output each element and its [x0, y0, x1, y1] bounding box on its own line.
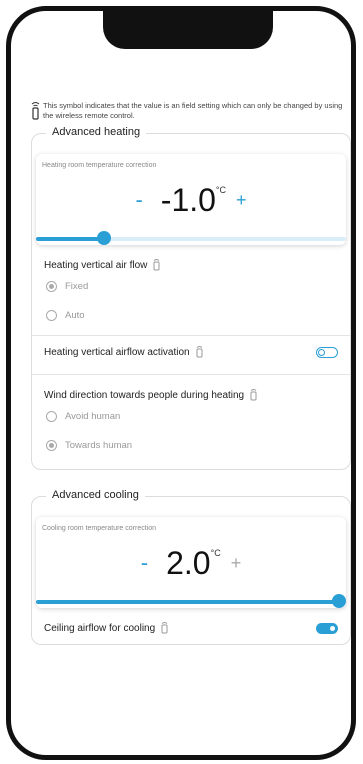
cooling-decrease-button[interactable]: - — [141, 550, 148, 576]
remote-control-icon — [196, 346, 203, 358]
ceiling-airflow-label: Ceiling airflow for cooling — [44, 622, 168, 634]
cooling-slider-thumb[interactable] — [332, 594, 346, 608]
radio-auto[interactable]: Auto — [32, 300, 350, 329]
wind-direction-text: Wind direction towards people during hea… — [44, 389, 245, 401]
heating-slider-fill — [36, 237, 105, 241]
heating-temp-correction-card: Heating room temperature correction - -1… — [36, 154, 346, 245]
remote-control-note: This symbol indicates that the value is … — [31, 101, 351, 121]
heating-decrease-button[interactable]: - — [135, 187, 142, 213]
radio-auto-indicator[interactable] — [46, 310, 57, 321]
heating-airflow-activation-toggle[interactable] — [316, 346, 338, 358]
heating-temp-stepper: - -1.0 °C + — [42, 169, 340, 231]
radio-auto-label: Auto — [65, 310, 85, 321]
radio-fixed-indicator[interactable] — [46, 281, 57, 292]
heating-airflow-activation-row: Heating vertical airflow activation — [32, 336, 350, 368]
radio-towards-human-indicator[interactable] — [46, 440, 57, 451]
advanced-cooling-title: Advanced cooling — [46, 489, 145, 501]
radio-avoid-human[interactable]: Avoid human — [32, 401, 350, 430]
advanced-heating-title: Advanced heating — [46, 126, 147, 138]
radio-towards-human[interactable]: Towards human — [32, 430, 350, 469]
cooling-slider-fill — [36, 600, 339, 604]
cooling-temp-slider[interactable] — [36, 594, 346, 608]
remote-control-icon — [250, 389, 257, 401]
heating-vertical-air-flow-text: Heating vertical air flow — [44, 259, 148, 271]
wind-direction-label: Wind direction towards people during hea… — [32, 375, 350, 401]
radio-fixed[interactable]: Fixed — [32, 271, 350, 300]
cooling-increase-button[interactable]: + — [231, 553, 242, 574]
heating-airflow-activation-text: Heating vertical airflow activation — [44, 346, 190, 358]
cooling-temp-value: 2.0 — [166, 544, 211, 581]
heating-increase-button[interactable]: + — [236, 190, 247, 211]
heating-temp-value: -1.0 — [160, 181, 216, 218]
advanced-heating-section: Advanced heating Heating room temperatur… — [31, 126, 351, 470]
radio-avoid-human-label: Avoid human — [65, 411, 121, 422]
advanced-cooling-section: Advanced cooling Cooling room temperatur… — [31, 489, 351, 645]
radio-fixed-label: Fixed — [65, 281, 89, 292]
phone-frame: This symbol indicates that the value is … — [6, 6, 356, 760]
phone-notch — [103, 11, 273, 49]
remote-control-icon — [153, 259, 160, 271]
cooling-temp-correction-label: Cooling room temperature correction — [42, 525, 156, 532]
cooling-temp-unit: °C — [210, 548, 221, 558]
heating-vertical-air-flow-label: Heating vertical air flow — [32, 245, 350, 271]
radio-towards-human-label: Towards human — [65, 440, 133, 451]
heating-slider-thumb[interactable] — [97, 231, 112, 245]
remote-control-icon — [161, 622, 168, 634]
radio-avoid-human-indicator[interactable] — [46, 411, 57, 422]
remote-control-icon — [31, 102, 40, 120]
heating-airflow-activation-label: Heating vertical airflow activation — [44, 346, 203, 358]
cooling-temp-correction-card: Cooling room temperature correction - 2.… — [36, 517, 346, 608]
heating-temp-slider[interactable] — [36, 231, 346, 245]
note-text: This symbol indicates that the value is … — [43, 101, 343, 120]
heating-temp-correction-label: Heating room temperature correction — [42, 162, 157, 169]
cooling-temp-stepper: - 2.0 °C + — [42, 532, 340, 594]
settings-screen: This symbol indicates that the value is … — [31, 101, 351, 645]
ceiling-airflow-toggle[interactable] — [316, 622, 338, 634]
heating-temp-unit: °C — [215, 185, 227, 195]
ceiling-airflow-text: Ceiling airflow for cooling — [44, 622, 156, 634]
ceiling-airflow-row: Ceiling airflow for cooling — [32, 608, 350, 644]
